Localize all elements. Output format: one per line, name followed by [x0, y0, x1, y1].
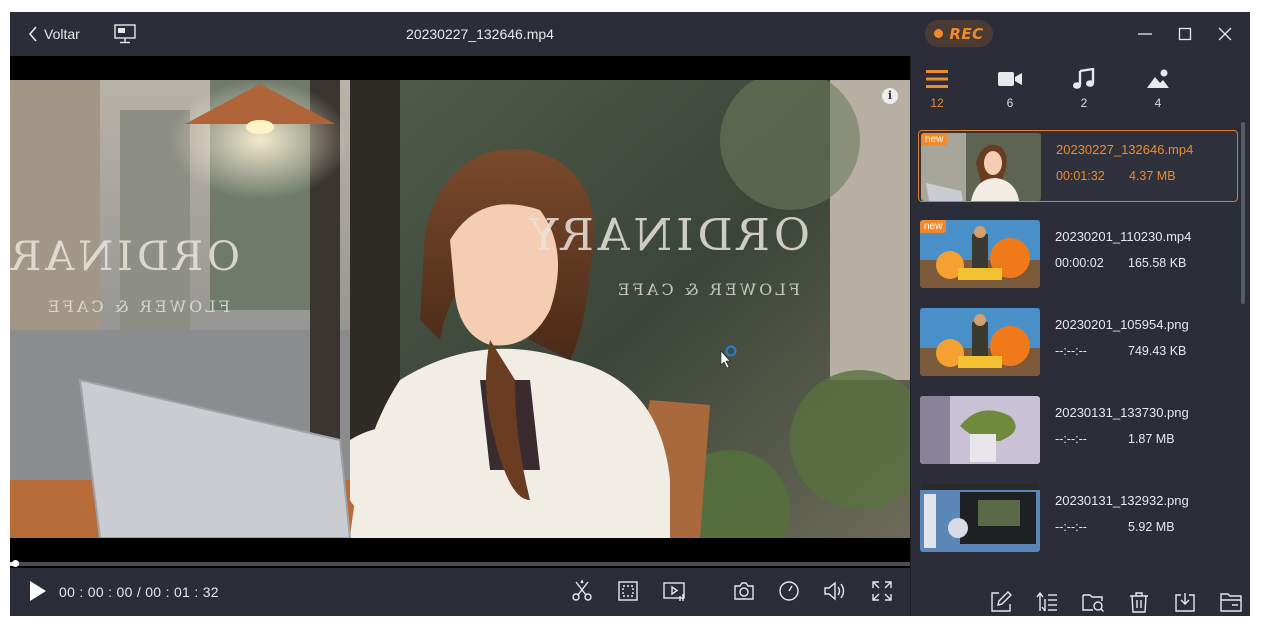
- camera-icon: [734, 582, 754, 600]
- tab-all-files[interactable]: 12: [912, 68, 962, 114]
- music-note-icon: [1073, 68, 1095, 89]
- video-panel[interactable]: ORDINARY FLOWER & CAFE ORDINARY FLOWER &…: [10, 56, 910, 572]
- import-icon: [1175, 593, 1195, 612]
- speed-button[interactable]: [777, 579, 801, 603]
- file-name: 20230131_132932.png: [1055, 493, 1189, 508]
- image-icon: [1147, 69, 1169, 88]
- close-icon: [1218, 27, 1232, 41]
- play-button[interactable]: [28, 580, 48, 607]
- file-size: 4.37 MB: [1129, 169, 1176, 183]
- sort-button[interactable]: [1036, 591, 1058, 613]
- file-name: 20230227_132646.mp4: [1056, 142, 1194, 157]
- crop-frame-icon: [618, 581, 638, 601]
- edit-icon: [991, 591, 1012, 612]
- file-list-scrollbar[interactable]: [1241, 120, 1245, 606]
- folder-search-icon: [1082, 594, 1104, 612]
- tab-images[interactable]: 4: [1133, 68, 1183, 114]
- screenshot-button[interactable]: [732, 579, 756, 603]
- rename-button[interactable]: [990, 591, 1012, 613]
- open-folder-button[interactable]: [1220, 591, 1242, 613]
- new-badge: new: [920, 220, 947, 233]
- maximize-button[interactable]: [1175, 24, 1195, 44]
- tab-count: 4: [1154, 96, 1162, 110]
- play-icon: [30, 581, 46, 601]
- file-duration: --:--:--: [1055, 520, 1087, 534]
- rec-label: REC: [949, 24, 984, 43]
- list-item[interactable]: 20230131_132932.png --:--:-- 5.92 MB: [918, 482, 1238, 554]
- tab-count: 6: [1006, 96, 1014, 110]
- trash-icon: [1130, 592, 1148, 613]
- video-camera-icon: [998, 72, 1022, 86]
- delete-button[interactable]: [1128, 591, 1150, 613]
- sign-text-main: ORDINARY: [525, 210, 810, 261]
- player-controls: 00 : 00 : 00 / 00 : 01 : 32: [10, 568, 910, 616]
- file-duration: --:--:--: [1055, 344, 1087, 358]
- list-item[interactable]: 20230201_105954.png --:--:-- 749.43 KB: [918, 306, 1238, 378]
- file-size: 1.87 MB: [1128, 432, 1175, 446]
- record-dot-icon: [934, 29, 944, 38]
- volume-button[interactable]: [822, 579, 846, 603]
- file-title: 20230227_132646.mp4: [406, 26, 554, 42]
- sign-text-sub: FLOWER & CAFE: [615, 280, 800, 299]
- thumbnail: [920, 484, 1040, 552]
- tab-videos[interactable]: 6: [985, 68, 1035, 114]
- minimize-icon: [1138, 33, 1152, 35]
- trim-button[interactable]: [570, 579, 594, 603]
- video-scene: ORDINARY FLOWER & CAFE ORDINARY FLOWER &…: [10, 80, 910, 538]
- progress-handle[interactable]: [11, 560, 19, 567]
- list-item[interactable]: 20230131_133730.png --:--:-- 1.87 MB: [918, 394, 1238, 466]
- time-display: 00 : 00 : 00 / 00 : 01 : 32: [59, 584, 219, 600]
- sign-text-main-left: ORDINARY: [10, 234, 240, 280]
- info-button[interactable]: i: [882, 88, 898, 104]
- list-item[interactable]: new 20230227_132646.mp4 00:01:32 4.37 MB: [918, 130, 1238, 202]
- title-bar: Voltar 20230227_132646.mp4 REC: [10, 12, 1250, 56]
- file-name: 20230131_133730.png: [1055, 405, 1189, 420]
- chevron-left-icon: [28, 26, 37, 42]
- file-duration: 00:00:02: [1055, 256, 1104, 270]
- player-window: Voltar 20230227_132646.mp4 REC ORDINARY …: [10, 12, 1250, 616]
- file-name: 20230201_105954.png: [1055, 317, 1189, 332]
- file-duration: 00:01:32: [1056, 169, 1105, 183]
- import-button[interactable]: [1174, 591, 1196, 613]
- crop-button[interactable]: [616, 579, 640, 603]
- thumbnail: [920, 308, 1040, 376]
- thumbnail: new: [921, 133, 1041, 201]
- file-size: 749.43 KB: [1128, 344, 1187, 358]
- monitor-icon[interactable]: [114, 24, 136, 49]
- file-list: new 20230227_132646.mp4 00:01:32 4.37 MB…: [918, 130, 1240, 558]
- tab-count: 2: [1080, 96, 1088, 110]
- back-label: Voltar: [44, 26, 80, 42]
- progress-bar[interactable]: [10, 560, 910, 567]
- video-play-screen-icon: [663, 582, 685, 601]
- search-folder-button[interactable]: [1082, 591, 1104, 613]
- sign-text-sub-left: FLOWER & CAFE: [45, 297, 230, 316]
- folder-icon: [1220, 593, 1242, 612]
- thumbnail: new: [920, 220, 1040, 288]
- file-size: 165.58 KB: [1128, 256, 1187, 270]
- speedometer-icon: [779, 581, 799, 601]
- file-name: 20230201_110230.mp4: [1055, 229, 1192, 244]
- volume-icon: [824, 581, 845, 601]
- file-duration: --:--:--: [1055, 432, 1087, 446]
- back-button[interactable]: Voltar: [28, 24, 80, 44]
- video-effects-button[interactable]: [662, 579, 686, 603]
- list-item[interactable]: new 20230201_110230.mp4 00:00:02 165.58 …: [918, 218, 1238, 290]
- thumbnail: [920, 396, 1040, 464]
- expand-icon: [872, 581, 892, 601]
- scissors-icon: [572, 579, 592, 601]
- minimize-button[interactable]: [1135, 24, 1155, 44]
- close-button[interactable]: [1215, 24, 1235, 44]
- fullscreen-button[interactable]: [870, 579, 894, 603]
- sort-icon: [1036, 591, 1057, 612]
- file-size: 5.92 MB: [1128, 520, 1175, 534]
- tab-audio[interactable]: 2: [1059, 68, 1109, 114]
- file-browser-panel: 12 6 2 4 new 20230227_132646.mp4 00:01:3…: [911, 56, 1250, 616]
- tab-count: 12: [930, 96, 944, 110]
- video-frame[interactable]: ORDINARY FLOWER & CAFE ORDINARY FLOWER &…: [10, 80, 910, 538]
- scrollbar-thumb[interactable]: [1241, 122, 1245, 304]
- new-badge: new: [921, 133, 948, 146]
- maximize-icon: [1178, 27, 1192, 41]
- rec-button[interactable]: REC: [925, 20, 993, 47]
- list-icon: [926, 70, 948, 88]
